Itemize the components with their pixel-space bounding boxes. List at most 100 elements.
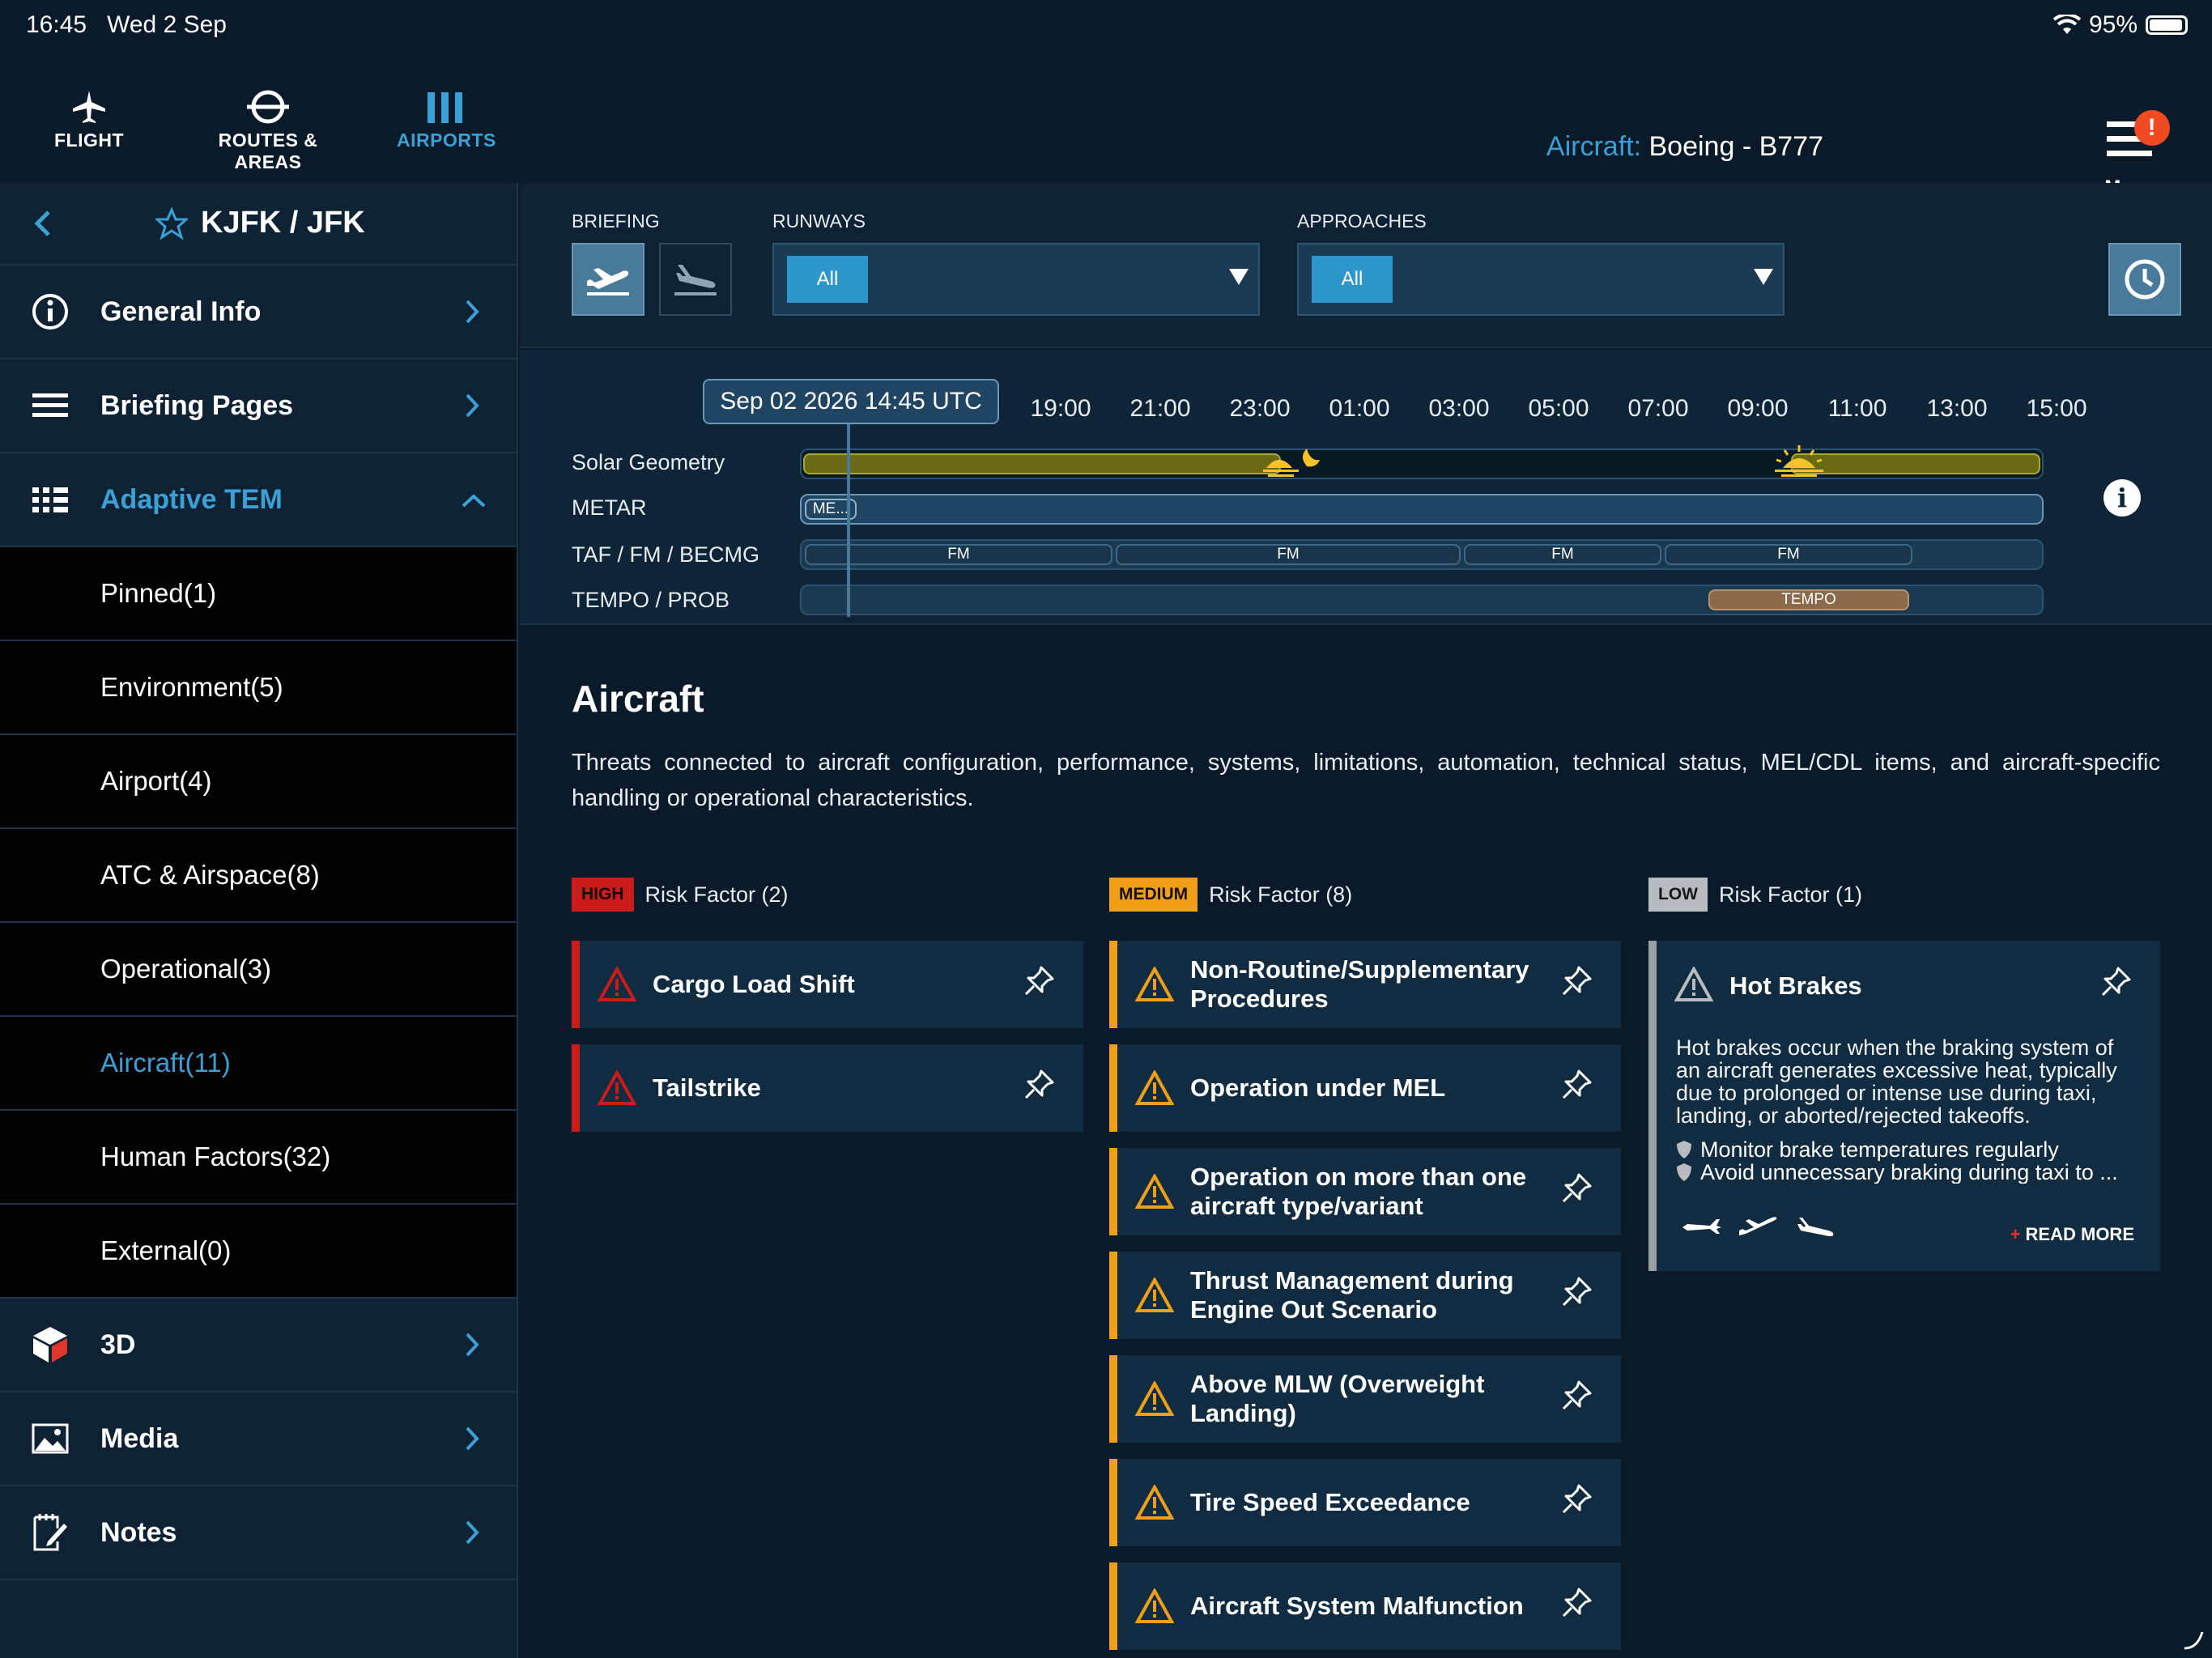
pin-icon[interactable]: [1559, 1275, 1593, 1309]
threat-title: Above MLW (Overweight Landing): [1190, 1370, 1485, 1427]
route-icon: [247, 90, 289, 124]
briefing-filter-bar: BRIEFING RUNWAYS All APPROACHES All: [520, 183, 2212, 348]
aircraft-value: Boeing - B777: [1648, 131, 1824, 162]
solar-track[interactable]: [800, 445, 2044, 479]
risk-count-high: Risk Factor (2): [644, 882, 789, 907]
sub-item-aircraft[interactable]: Aircraft(11): [0, 1017, 517, 1111]
info-circle-icon: [32, 294, 68, 329]
taf-track[interactable]: FM FM FM FM: [800, 539, 2044, 570]
nav-flight[interactable]: FLIGHT: [50, 84, 128, 151]
tempo-track[interactable]: TEMPO: [800, 585, 2044, 615]
cube-icon: [33, 1327, 67, 1363]
tempo-segment[interactable]: TEMPO: [1708, 589, 1909, 610]
sub-item-atc-airspace[interactable]: ATC & Airspace(8): [0, 829, 517, 923]
sub-item-external[interactable]: External(0): [0, 1205, 517, 1299]
approaches-select[interactable]: All: [1297, 243, 1784, 316]
threat-card[interactable]: Above MLW (Overweight Landing): [1109, 1355, 1621, 1443]
risk-count-low: Risk Factor (1): [1718, 882, 1863, 907]
sub-item-human-factors[interactable]: Human Factors(32): [0, 1111, 517, 1205]
warning-triangle-icon: [1135, 1485, 1174, 1520]
row-label-solar: Solar Geometry: [572, 450, 725, 474]
threat-description: Hot brakes occur when the braking system…: [1676, 1035, 2117, 1128]
nav-airports[interactable]: AIRPORTS: [397, 84, 496, 151]
threat-card[interactable]: Aircraft System Malfunction: [1109, 1562, 1621, 1650]
nav-routes-label: ROUTES & AREAS: [218, 130, 318, 172]
aircraft-selector[interactable]: Aircraft: Boeing - B777: [1546, 131, 1823, 163]
threat-card[interactable]: Thrust Management during Engine Out Scen…: [1109, 1252, 1621, 1339]
pin-icon[interactable]: [1559, 1379, 1593, 1413]
threat-card[interactable]: Non-Routine/Supplementary Procedures: [1109, 941, 1621, 1028]
sidebar-item-3d[interactable]: 3D: [0, 1299, 517, 1392]
section-description: Threats connected to aircraft configurat…: [572, 750, 2160, 811]
risk-badge-high: HIGH: [572, 878, 634, 912]
taf-fm-segment[interactable]: FM: [1116, 544, 1461, 565]
pin-icon[interactable]: [1559, 1068, 1593, 1102]
sidebar-item-briefing-pages[interactable]: Briefing Pages: [0, 359, 517, 453]
sub-item-environment[interactable]: Environment(5): [0, 641, 517, 735]
notification-badge: !: [2133, 110, 2170, 146]
threat-card[interactable]: Operation on more than one aircraft type…: [1109, 1148, 1621, 1235]
timeline-tick: 11:00: [1827, 395, 1887, 422]
pin-icon[interactable]: [1022, 1068, 1056, 1102]
sidebar-item-media[interactable]: Media: [0, 1392, 517, 1486]
threat-title: Tailstrike: [653, 1073, 761, 1102]
threat-card-expanded[interactable]: Hot Brakes Hot brakes occur when the bra…: [1648, 941, 2160, 1271]
pin-icon[interactable]: [1022, 964, 1056, 998]
landing-icon: [674, 265, 717, 295]
pin-icon[interactable]: [1559, 1482, 1593, 1516]
arrival-toggle[interactable]: [659, 243, 732, 316]
chevron-right-icon: [466, 300, 479, 324]
current-time-line[interactable]: [847, 414, 850, 617]
runways-selected: All: [787, 256, 868, 303]
sidebar-item-label: Adaptive TEM: [100, 483, 283, 515]
back-chevron-icon[interactable]: [31, 207, 55, 240]
favorite-star-icon[interactable]: [155, 207, 188, 240]
metar-track[interactable]: ME...: [800, 494, 2044, 525]
battery-icon: [2146, 15, 2188, 35]
timeline-tick: 19:00: [1030, 395, 1091, 422]
sub-item-pinned[interactable]: Pinned(1): [0, 547, 517, 641]
current-time-tag[interactable]: Sep 02 2026 14:45 UTC: [703, 379, 999, 424]
pin-icon[interactable]: [1559, 1586, 1593, 1620]
image-icon: [32, 1423, 69, 1454]
warning-triangle-icon: [1135, 1381, 1174, 1416]
runways-select[interactable]: All: [772, 243, 1260, 316]
time-button[interactable]: [2108, 243, 2181, 316]
dropdown-arrow-icon: [1754, 269, 1773, 285]
airplane-takeoff-icon: [1739, 1217, 1777, 1235]
sidebar-item-adaptive-tem[interactable]: Adaptive TEM: [0, 453, 517, 547]
sub-item-airport[interactable]: Airport(4): [0, 735, 517, 829]
pin-icon[interactable]: [1559, 1171, 1593, 1205]
sidebar-item-notes[interactable]: Notes: [0, 1486, 517, 1580]
timeline-tick: 05:00: [1528, 395, 1589, 422]
timeline-info-icon[interactable]: i: [2104, 479, 2141, 517]
timeline-tick: 03:00: [1428, 395, 1490, 422]
sub-item-operational[interactable]: Operational(3): [0, 923, 517, 1017]
weather-timeline: 19:00 21:00 23:00 01:00 03:00 05:00 07:0…: [520, 350, 2212, 625]
sunset-moon-icon: [1263, 449, 1320, 477]
warning-triangle-icon: [598, 1070, 636, 1105]
threat-card[interactable]: Operation under MEL: [1109, 1044, 1621, 1132]
threat-card[interactable]: Tailstrike: [572, 1044, 1083, 1132]
taf-fm-segment[interactable]: FM: [1665, 544, 1912, 565]
taf-fm-segment[interactable]: FM: [1464, 544, 1661, 565]
timeline-tick: 15:00: [2026, 395, 2087, 422]
risk-column-high: HIGH Risk Factor (2) Cargo Load Shift Ta…: [572, 876, 1083, 1132]
risk-badge-medium: MEDIUM: [1109, 878, 1198, 912]
resize-handle-icon[interactable]: [2181, 1627, 2206, 1652]
read-more-link[interactable]: + READ MORE: [2010, 1224, 2134, 1245]
solar-night-segment: [1281, 453, 1791, 474]
airport-title: KJFK / JFK: [201, 206, 365, 240]
taf-fm-segment[interactable]: FM: [805, 544, 1112, 565]
sidebar-item-general-info[interactable]: General Info: [0, 266, 517, 359]
pin-icon[interactable]: [2099, 965, 2133, 999]
warning-triangle-icon: [1674, 967, 1713, 1001]
pin-icon[interactable]: [1559, 964, 1593, 998]
nav-routes-areas[interactable]: ROUTES & AREAS: [185, 84, 351, 173]
departure-toggle[interactable]: [572, 243, 644, 316]
threat-card[interactable]: Cargo Load Shift: [572, 941, 1083, 1028]
threat-bullets: Monitor brake temperatures regularly Avo…: [1676, 1138, 2141, 1184]
aircraft-key: Aircraft:: [1546, 131, 1642, 162]
plus-icon: +: [2010, 1224, 2021, 1244]
threat-card[interactable]: Tire Speed Exceedance: [1109, 1459, 1621, 1546]
